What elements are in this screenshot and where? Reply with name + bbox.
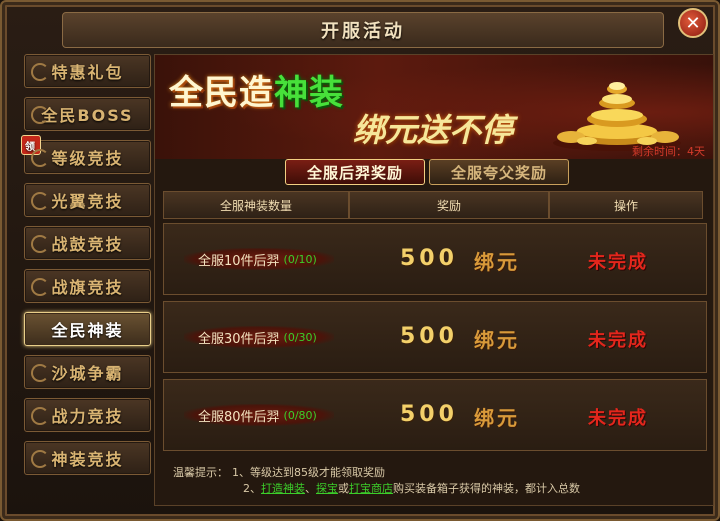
reward-unit: 绑元: [474, 406, 520, 430]
sidebar-item-divine-gear[interactable]: 全民神装: [24, 312, 151, 346]
ornament-icon: [31, 235, 49, 253]
banner-title-part1: 全民造: [169, 73, 274, 113]
sidebar-item-label: 全民BOSS: [41, 106, 134, 125]
tips-line-1: 温馨提示： 1、等级达到85级才能领取奖励: [173, 465, 580, 481]
event-banner: 全民造神装 绑元送不停 剩余时间：4天: [155, 55, 713, 159]
condition-progress: (0/30): [283, 331, 317, 344]
tips-section: 温馨提示： 1、等级达到85级才能领取奖励 2、打造神装、探宝或打宝商店购买装备箱…: [173, 465, 580, 497]
sidebar-item-castle-war[interactable]: 沙城争霸: [24, 355, 151, 389]
window-title: 开服活动: [321, 21, 405, 42]
close-icon: ✕: [685, 12, 701, 34]
reward-tabs: 全服后羿奖励 全服夸父奖励: [285, 159, 569, 185]
table-header: 全服神装数量 奖励 操作: [163, 191, 705, 219]
treasure-shop-link[interactable]: 打宝商店: [349, 482, 393, 495]
ornament-icon: [31, 192, 49, 210]
sidebar-item-label: 沙城争霸: [51, 364, 124, 383]
forge-gear-link[interactable]: 打造神装: [261, 482, 305, 495]
status-label: 未完成: [588, 408, 648, 429]
main-panel: 全民造神装 绑元送不停 剩余时间：4天 全服后羿奖励 全服夸父奖励 全服神装数量…: [154, 54, 714, 506]
sidebar-item-flag-race[interactable]: 战旗竞技: [24, 269, 151, 303]
reward-condition: 全服10件后羿 (0/10): [198, 250, 317, 269]
tips-text: 购买装备箱子获得的神装，都计入总数: [393, 482, 580, 495]
tips-text: 1、等级达到85级才能领取奖励: [232, 466, 385, 479]
sidebar-item-label: 神装竞技: [51, 450, 124, 469]
table-row: 全服30件后羿 (0/30) 500 绑元 未完成: [163, 301, 707, 373]
condition-text: 全服30件后羿: [198, 332, 280, 347]
sidebar-item-label: 等级竞技: [51, 149, 124, 168]
tab-houyi-reward[interactable]: 全服后羿奖励: [285, 159, 425, 185]
tips-text: 2、: [243, 482, 261, 495]
sidebar-item-label: 光翼竞技: [51, 192, 124, 211]
condition-text: 全服10件后羿: [198, 254, 280, 269]
reward-condition: 全服80件后羿 (0/80): [198, 406, 317, 425]
tab-kuafu-reward[interactable]: 全服夸父奖励: [429, 159, 569, 185]
tips-text: 或: [338, 482, 349, 495]
ornament-icon: [31, 450, 49, 468]
tips-text: 、: [305, 482, 316, 495]
banner-title-part2: 神装: [274, 73, 344, 113]
reward-condition: 全服30件后羿 (0/30): [198, 328, 317, 347]
reward-amount: 500: [400, 324, 458, 349]
condition-progress: (0/10): [283, 253, 317, 266]
condition-progress: (0/80): [283, 409, 317, 422]
banner-subtitle: 绑元送不停: [353, 111, 514, 149]
window-titlebar: 开服活动: [62, 12, 664, 48]
sidebar-item-label: 战旗竞技: [51, 278, 124, 297]
tips-line-2: 2、打造神装、探宝或打宝商店购买装备箱子获得的神装，都计入总数: [173, 481, 580, 497]
reward-amount: 500: [400, 402, 458, 427]
activity-window: 开服活动 ✕ 特惠礼包 全民BOSS 领 等级竞技 光翼竞技 战鼓竞技 战旗竞技: [0, 0, 720, 521]
sidebar-item-label: 战鼓竞技: [51, 235, 124, 254]
sidebar-item-boss[interactable]: 全民BOSS: [24, 97, 151, 131]
sidebar: 特惠礼包 全民BOSS 领 等级竞技 光翼竞技 战鼓竞技 战旗竞技 全民神装 沙: [21, 54, 151, 494]
ornament-icon: [31, 63, 49, 81]
ornament-icon: [31, 149, 49, 167]
sidebar-item-wing-race[interactable]: 光翼竞技: [24, 183, 151, 217]
sidebar-item-label: 特惠礼包: [51, 63, 124, 82]
banner-title: 全民造神装: [169, 65, 344, 114]
tips-label: 温馨提示：: [173, 466, 228, 479]
status-label: 未完成: [588, 330, 648, 351]
status-label: 未完成: [588, 252, 648, 273]
sidebar-item-drum-race[interactable]: 战鼓竞技: [24, 226, 151, 260]
reward-amount: 500: [400, 246, 458, 271]
sidebar-item-power-race[interactable]: 战力竞技: [24, 398, 151, 432]
sidebar-item-label: 全民神装: [51, 321, 124, 340]
sidebar-item-special-gift[interactable]: 特惠礼包: [24, 54, 151, 88]
ornament-icon: [31, 278, 49, 296]
remaining-time: 剩余时间：4天: [632, 145, 705, 158]
ornament-icon: [31, 364, 49, 382]
sidebar-item-label: 战力竞技: [51, 407, 124, 426]
sidebar-item-level-race[interactable]: 领 等级竞技: [21, 135, 151, 174]
column-header: 奖励: [349, 191, 549, 219]
column-header: 全服神装数量: [163, 191, 349, 219]
gold-ingot-icon: [553, 82, 681, 151]
column-header: 操作: [549, 191, 703, 219]
treasure-hunt-link[interactable]: 探宝: [316, 482, 338, 495]
condition-text: 全服80件后羿: [198, 410, 280, 425]
table-row: 全服80件后羿 (0/80) 500 绑元 未完成: [163, 379, 707, 451]
table-row: 全服10件后羿 (0/10) 500 绑元 未完成: [163, 223, 707, 295]
reward-unit: 绑元: [474, 328, 520, 352]
ornament-icon: [31, 407, 49, 425]
close-button[interactable]: ✕: [678, 8, 708, 38]
ornament-icon: [31, 106, 49, 124]
reward-unit: 绑元: [474, 250, 520, 274]
sidebar-item-gear-race[interactable]: 神装竞技: [24, 441, 151, 475]
